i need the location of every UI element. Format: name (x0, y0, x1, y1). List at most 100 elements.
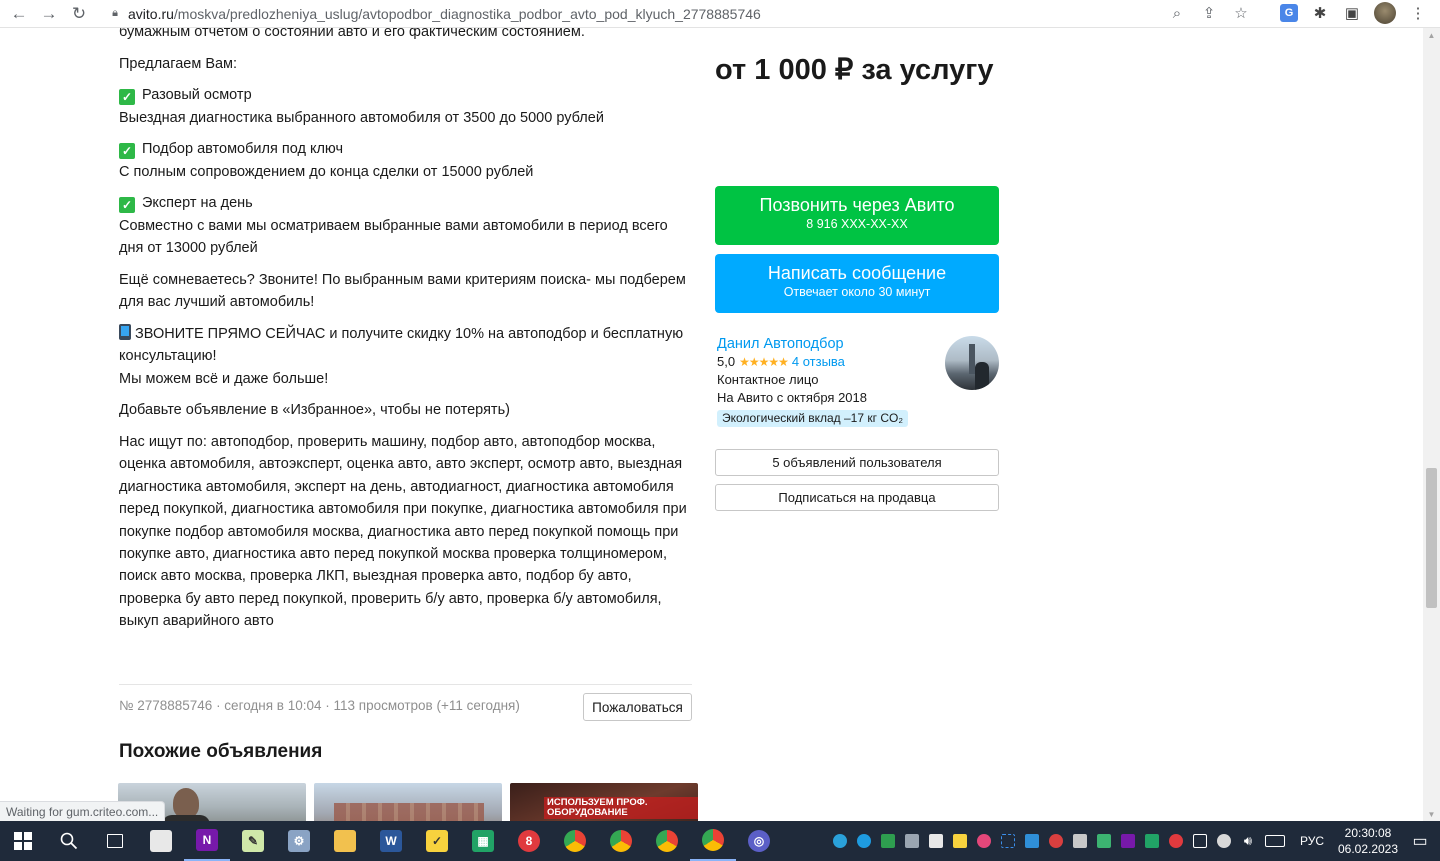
side-panel-icon[interactable]: ▣ (1342, 2, 1362, 24)
start-button[interactable] (0, 821, 46, 861)
message-button[interactable]: Написать сообщение Отвечает около 30 мин… (715, 254, 999, 313)
search-button[interactable] (46, 821, 92, 861)
star-rating-icon: ★★★★★ (739, 355, 789, 369)
excel-icon: ▦ (472, 830, 494, 852)
sticky-notes-icon: ✓ (426, 830, 448, 852)
mobile-phone-icon (119, 324, 131, 340)
back-icon[interactable]: ← (8, 3, 30, 25)
offer-item-title: ✓ Эксперт на день (119, 192, 694, 214)
scroll-up-arrow-icon[interactable]: ▲ (1423, 28, 1440, 42)
puzzle-extensions-icon[interactable]: ✱ (1310, 2, 1330, 24)
cloud-tray-icon[interactable] (1214, 821, 1234, 861)
menu-kebab-icon[interactable]: ⋮ (1408, 2, 1428, 24)
doubt-paragraph: Ещё сомневаетесь? Звоните! По выбранным … (119, 272, 686, 311)
app-tray-icon[interactable] (974, 821, 994, 861)
offer-item-text: Совместно с вами мы осматриваем выбранны… (119, 218, 668, 257)
monitor-tray-icon[interactable] (902, 821, 922, 861)
network-tray-icon[interactable] (1190, 821, 1210, 861)
taskbar-app-explorer[interactable] (322, 821, 368, 861)
taskbar-app-chrome[interactable] (598, 821, 644, 861)
reviews-link[interactable]: 4 отзыва (792, 353, 845, 371)
address-bar[interactable]: 🔒︎ avito.ru/moskva/predlozheniya_uslug/a… (108, 0, 1278, 27)
page-scrollbar[interactable]: ▲ ▼ (1423, 28, 1440, 821)
capture-tray-icon[interactable] (1022, 821, 1042, 861)
shield-tray-icon[interactable] (878, 821, 898, 861)
tool-icon: ⚙ (288, 830, 310, 852)
omnibox-actions: ⌕ ⇪ ☆ (1168, 3, 1250, 23)
scroll-down-arrow-icon[interactable]: ▼ (1423, 807, 1440, 821)
page-viewport: бумажным отчетом о состоянии авто и его … (0, 28, 1423, 821)
can-more-paragraph: Мы можем всё и даже больше! (119, 371, 329, 387)
clock-time: 20:30:08 (1344, 826, 1392, 840)
seller-ads-button[interactable]: 5 объявлений пользователя (715, 449, 999, 476)
taskbar-app-onenote[interactable]: N (184, 821, 230, 861)
message-button-label: Написать сообщение (767, 263, 947, 283)
share-icon[interactable]: ⇪ (1200, 3, 1218, 23)
onenote-tray-icon[interactable] (1118, 821, 1138, 861)
seller-avatar[interactable] (945, 336, 999, 390)
listing-meta: № 2778885746 · сегодня в 10:04 · 113 про… (119, 698, 520, 713)
excel-tray-icon[interactable] (1142, 821, 1162, 861)
snip-tray-icon[interactable] (998, 821, 1018, 861)
keywords-paragraph: Нас ищут по: автоподбор, проверить машин… (119, 434, 687, 630)
volume-tray-icon[interactable]: 🔊︎ (1238, 821, 1258, 861)
zoom-icon[interactable]: ⌕ (1168, 3, 1186, 23)
divider (119, 684, 692, 685)
url-text[interactable]: avito.ru/moskva/predlozheniya_uslug/avto… (128, 6, 761, 22)
forward-icon[interactable]: → (38, 3, 60, 25)
folder-icon (334, 830, 356, 852)
avatar-figure (975, 362, 989, 390)
scrollbar-thumb[interactable] (1426, 468, 1437, 608)
telegram-tray-icon[interactable] (830, 821, 850, 861)
window-tray-icon[interactable] (1070, 821, 1090, 861)
taskbar-app-word[interactable]: W (368, 821, 414, 861)
clock-date: 06.02.2023 (1337, 842, 1399, 856)
report-button[interactable]: Пожаловаться (583, 693, 692, 721)
taskbar-app-editor[interactable]: ✎ (230, 821, 276, 861)
task-view-button[interactable] (92, 821, 138, 861)
similar-ad-thumbnail[interactable] (314, 783, 502, 821)
taskbar-app-tool[interactable]: ⚙ (276, 821, 322, 861)
file-tray-icon[interactable] (926, 821, 946, 861)
bookmark-star-icon[interactable]: ☆ (1232, 3, 1250, 23)
taskbar-app-chrome[interactable] (690, 821, 736, 861)
edge-tray-icon[interactable] (854, 821, 874, 861)
app-purple-icon: ◎ (748, 830, 770, 852)
notes-tray-icon[interactable] (950, 821, 970, 861)
price: от 1 000 ₽ за услугу (715, 54, 994, 86)
seller-since: На Авито с октября 2018 (717, 390, 867, 405)
taskbar-app-notes[interactable]: ✓ (414, 821, 460, 861)
taskbar-app-notepad[interactable] (138, 821, 184, 861)
eco-badge[interactable]: Экологический вклад –17 кг CO₂ (717, 410, 908, 427)
lock-icon[interactable]: 🔒︎ (108, 7, 122, 21)
windows-taskbar: N ✎ ⚙ W ✓ ▦ 8 ◎ 🔊︎ РУС 20:30:08 06.02.20… (0, 821, 1440, 861)
taskbar-app-chrome[interactable] (552, 821, 598, 861)
offer-item-text: Выездная диагностика выбранного автомоби… (119, 110, 604, 126)
profile-avatar[interactable] (1374, 2, 1396, 24)
editor-icon: ✎ (242, 830, 264, 852)
taskbar-app-chrome[interactable] (644, 821, 690, 861)
checkmark-icon: ✓ (119, 89, 135, 105)
subscribe-seller-button[interactable]: Подписаться на продавца (715, 484, 999, 511)
clock[interactable]: 20:30:08 06.02.2023 (1336, 825, 1400, 857)
translate-extension-icon[interactable]: G (1280, 4, 1298, 22)
offer-item-title: ✓ Разовый осмотр (119, 84, 694, 106)
chrome-icon (564, 830, 586, 852)
notifications-icon[interactable]: ▭ (1400, 821, 1440, 861)
task-view-icon (107, 834, 123, 848)
taskbar-app-excel[interactable]: ▦ (460, 821, 506, 861)
green-tray-icon[interactable] (1094, 821, 1114, 861)
chrome-icon (656, 830, 678, 852)
taskbar-app-purple[interactable]: ◎ (736, 821, 782, 861)
red-app-tray-icon[interactable] (1166, 821, 1186, 861)
keyboard-tray-icon[interactable] (1262, 821, 1288, 861)
input-language[interactable]: РУС (1300, 834, 1324, 848)
taskbar-app-red[interactable]: 8 (506, 821, 552, 861)
search-icon (60, 832, 78, 850)
checkmark-icon: ✓ (119, 197, 135, 213)
call-button[interactable]: Позвонить через Авито 8 916 XXX-XX-XX (715, 186, 999, 245)
block-tray-icon[interactable] (1046, 821, 1066, 861)
similar-ad-thumbnail[interactable]: ИСПОЛЬЗУЕМ ПРОФ. ОБОРУДОВАНИЕ (510, 783, 698, 821)
onenote-icon: N (196, 829, 218, 851)
reload-icon[interactable]: ↻ (68, 3, 90, 25)
